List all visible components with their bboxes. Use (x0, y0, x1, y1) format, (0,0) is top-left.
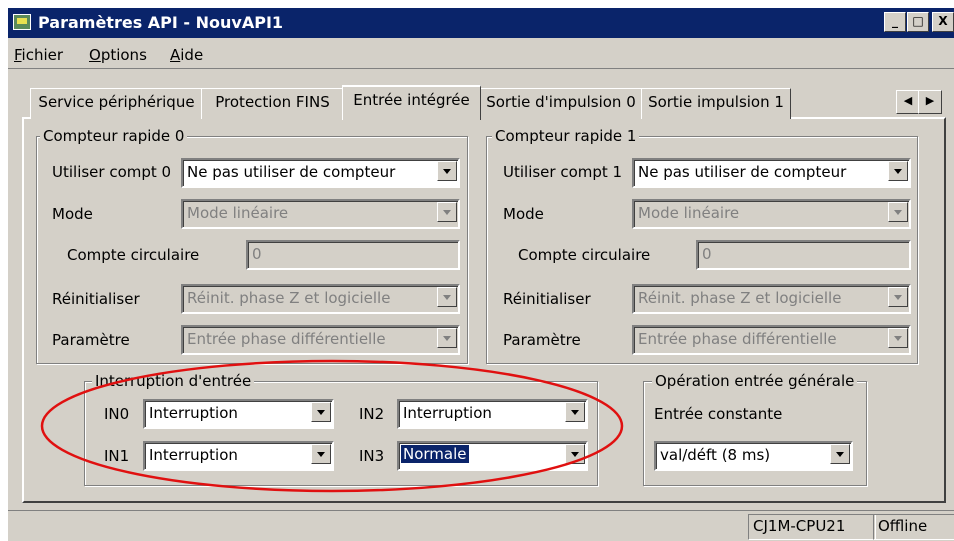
menu-fichier[interactable]: Fichier (14, 46, 63, 64)
menu-options[interactable]: Options (89, 46, 147, 64)
in2-label: IN2 (359, 405, 385, 423)
in3-select[interactable]: Normale (397, 441, 588, 471)
counter1-circular-label: Compte circulaire (518, 246, 651, 264)
in2-select[interactable]: Interruption (397, 399, 588, 429)
counter1-mode-label: Mode (503, 205, 544, 223)
counter1-reset-label: Réinitialiser (503, 290, 591, 308)
select-value: Ne pas utiliser de compteur (187, 163, 396, 181)
close-icon: X (938, 14, 948, 28)
tab-protection-fins[interactable]: Protection FINS (201, 88, 344, 119)
tab-entree-integree[interactable]: Entrée intégrée (342, 85, 481, 120)
dropdown-arrow-icon[interactable] (565, 402, 585, 422)
dropdown-arrow-icon[interactable] (311, 402, 331, 422)
dropdown-arrow-icon[interactable] (888, 328, 908, 348)
select-value: val/déft (8 ms) (660, 446, 771, 464)
tab-sortie-impulsion-0[interactable]: Sortie d'impulsion 0 (479, 88, 643, 119)
menu-label: ichier (21, 46, 64, 64)
select-value: Interruption (149, 446, 238, 464)
minimize-button[interactable]: _ (884, 12, 906, 32)
dropdown-arrow-icon[interactable] (888, 287, 908, 307)
menu-accel: A (170, 46, 181, 64)
menu-aide[interactable]: Aide (170, 46, 203, 64)
select-value: Réinit. phase Z et logicielle (638, 289, 842, 307)
select-value: Ne pas utiliser de compteur (638, 163, 847, 181)
tab-label: Protection FINS (215, 93, 330, 111)
select-value: Entrée phase différentielle (187, 330, 386, 348)
menu-bar: Fichier Options Aide (8, 38, 954, 68)
select-value-highlighted: Normale (401, 445, 469, 463)
menu-label: ide (180, 46, 204, 64)
select-value: Interruption (403, 404, 492, 422)
dropdown-arrow-icon[interactable] (565, 444, 585, 464)
counter1-title: Compteur rapide 1 (492, 127, 640, 145)
dropdown-arrow-icon[interactable] (437, 287, 457, 307)
counter1-use-label: Utiliser compt 1 (503, 163, 623, 181)
constant-input-label: Entrée constante (654, 405, 783, 423)
counter1-mode-select[interactable]: Mode linéaire (632, 199, 911, 229)
title-bar[interactable]: Paramètres API - NouvAPI1 _ □ X (8, 8, 954, 38)
counter0-reset-label: Réinitialiser (52, 290, 140, 308)
status-connection: Offline (873, 514, 954, 540)
counter0-use-select[interactable]: Ne pas utiliser de compteur (181, 158, 460, 188)
dropdown-arrow-icon[interactable] (437, 161, 457, 181)
counter1-param-select[interactable]: Entrée phase différentielle (632, 325, 911, 355)
constant-input-select[interactable]: val/déft (8 ms) (654, 441, 853, 471)
tab-label: Sortie impulsion 1 (648, 93, 784, 111)
counter0-circular-label: Compte circulaire (67, 246, 200, 264)
counter0-circular-input[interactable]: 0 (246, 240, 460, 270)
maximize-button[interactable]: □ (907, 12, 929, 32)
general-input-title: Opération entrée générale (652, 372, 858, 390)
tab-label: Entrée intégrée (353, 91, 470, 109)
dropdown-arrow-icon[interactable] (437, 328, 457, 348)
maximize-icon: □ (912, 14, 924, 28)
interrupt-title: Interruption d'entrée (92, 372, 255, 390)
counter1-circular-input[interactable]: 0 (696, 240, 911, 270)
minimize-icon: _ (892, 14, 898, 28)
counter1-reset-select[interactable]: Réinit. phase Z et logicielle (632, 284, 911, 314)
select-value: Réinit. phase Z et logicielle (187, 289, 391, 307)
in0-select[interactable]: Interruption (143, 399, 334, 429)
select-value: Entrée phase différentielle (638, 330, 837, 348)
dropdown-arrow-icon[interactable] (888, 202, 908, 222)
menu-separator (8, 68, 954, 69)
window-title: Paramètres API - NouvAPI1 (38, 13, 284, 32)
dropdown-arrow-icon[interactable] (830, 444, 850, 464)
counter0-param-label: Paramètre (52, 331, 130, 349)
select-value: Mode linéaire (638, 204, 740, 222)
in1-label: IN1 (104, 447, 130, 465)
dropdown-arrow-icon[interactable] (311, 444, 331, 464)
tab-sortie-impulsion-1[interactable]: Sortie impulsion 1 (641, 88, 791, 119)
menu-accel: O (89, 46, 101, 64)
tab-label: Sortie d'impulsion 0 (486, 93, 636, 111)
arrow-right-icon: ▶ (925, 94, 935, 107)
dropdown-arrow-icon[interactable] (888, 161, 908, 181)
counter0-param-select[interactable]: Entrée phase différentielle (181, 325, 460, 355)
tab-scroll-right-button[interactable]: ▶ (918, 90, 942, 114)
counter0-mode-label: Mode (52, 205, 93, 223)
in3-label: IN3 (359, 447, 385, 465)
counter0-use-label: Utiliser compt 0 (52, 163, 172, 181)
arrow-left-icon: ◀ (903, 94, 913, 107)
counter1-use-select[interactable]: Ne pas utiliser de compteur (632, 158, 911, 188)
counter0-mode-select[interactable]: Mode linéaire (181, 199, 460, 229)
menu-accel: F (14, 46, 22, 64)
tab-scroll-left-button[interactable]: ◀ (896, 90, 920, 114)
menu-label: ptions (100, 46, 147, 64)
tab-label: Service périphérique (38, 93, 195, 111)
app-icon[interactable] (13, 14, 31, 30)
field-value: 0 (252, 245, 262, 263)
status-model: CJ1M-CPU21 (748, 514, 876, 540)
in1-select[interactable]: Interruption (143, 441, 334, 471)
counter0-title: Compteur rapide 0 (40, 127, 188, 145)
tab-service-peripherique[interactable]: Service périphérique (30, 88, 203, 119)
counter1-param-label: Paramètre (503, 331, 581, 349)
in0-label: IN0 (104, 405, 130, 423)
select-value: Mode linéaire (187, 204, 289, 222)
close-button[interactable]: X (932, 12, 954, 32)
dropdown-arrow-icon[interactable] (437, 202, 457, 222)
field-value: 0 (702, 245, 712, 263)
counter0-reset-select[interactable]: Réinit. phase Z et logicielle (181, 284, 460, 314)
select-value: Interruption (149, 404, 238, 422)
